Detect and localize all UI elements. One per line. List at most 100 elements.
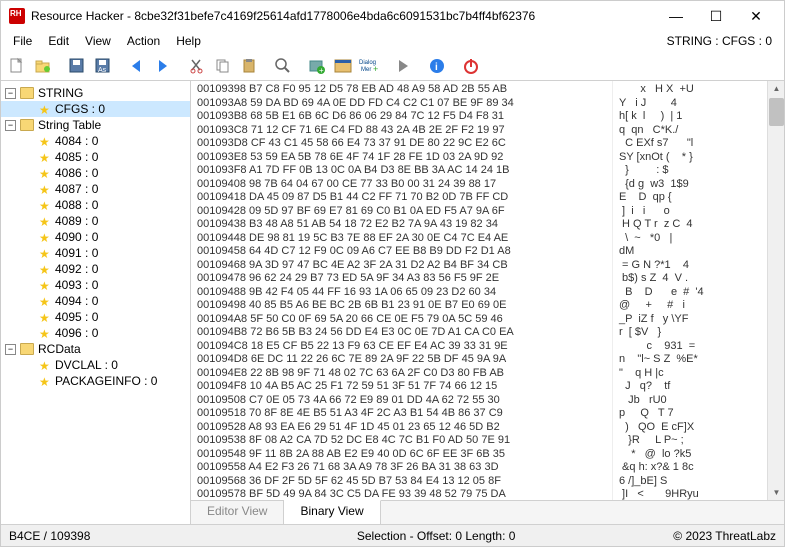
tree-leaf[interactable]: 4087 : 0 bbox=[1, 181, 190, 197]
star-icon bbox=[39, 327, 51, 339]
tree-label: STRING bbox=[38, 86, 83, 100]
vertical-scrollbar[interactable]: ▲ ▼ bbox=[767, 81, 784, 500]
tree-leaf[interactable]: 4096 : 0 bbox=[1, 325, 190, 341]
power-button[interactable] bbox=[459, 54, 483, 78]
tab-editor-view[interactable]: Editor View bbox=[191, 501, 284, 524]
save-as-button[interactable]: As bbox=[91, 54, 115, 78]
tree-label: 4085 : 0 bbox=[55, 150, 98, 164]
star-icon bbox=[39, 151, 51, 163]
collapse-icon[interactable]: − bbox=[5, 88, 16, 99]
svg-text:+: + bbox=[373, 64, 378, 74]
dialog-button[interactable] bbox=[331, 54, 355, 78]
scroll-thumb[interactable] bbox=[769, 98, 784, 126]
menu-file[interactable]: File bbox=[5, 32, 40, 50]
hex-bytes[interactable]: 00109398 B7 C8 F0 95 12 D5 78 EB AD 48 A… bbox=[191, 81, 612, 500]
star-icon bbox=[39, 215, 51, 227]
star-icon bbox=[39, 279, 51, 291]
star-icon bbox=[39, 375, 51, 387]
tree-label: 4094 : 0 bbox=[55, 294, 98, 308]
minimize-button[interactable]: — bbox=[656, 2, 696, 30]
tree-leaf[interactable]: 4088 : 0 bbox=[1, 197, 190, 213]
window-title: Resource Hacker - 8cbe32f31befe7c4169f25… bbox=[31, 9, 656, 23]
star-icon bbox=[39, 247, 51, 259]
tree-label: String Table bbox=[38, 118, 101, 132]
tree-leaf-cfgs[interactable]: CFGS : 0 bbox=[1, 101, 190, 117]
add-resource-button[interactable]: + bbox=[305, 54, 329, 78]
titlebar: Resource Hacker - 8cbe32f31befe7c4169f25… bbox=[1, 1, 784, 31]
tree-leaf[interactable]: 4091 : 0 bbox=[1, 245, 190, 261]
star-icon bbox=[39, 103, 51, 115]
status-copyright: © 2023 ThreatLabz bbox=[673, 529, 776, 543]
tree-label: 4086 : 0 bbox=[55, 166, 98, 180]
tree-label: 4096 : 0 bbox=[55, 326, 98, 340]
collapse-icon[interactable]: − bbox=[5, 344, 16, 355]
run-button[interactable] bbox=[391, 54, 415, 78]
tree-leaf[interactable]: 4093 : 0 bbox=[1, 277, 190, 293]
hex-viewer[interactable]: 00109398 B7 C8 F0 95 12 D5 78 EB AD 48 A… bbox=[191, 81, 784, 500]
menu-help[interactable]: Help bbox=[168, 32, 209, 50]
tree-leaf[interactable]: 4085 : 0 bbox=[1, 149, 190, 165]
svg-text:As: As bbox=[98, 67, 107, 74]
tree-label: 4084 : 0 bbox=[55, 134, 98, 148]
status-position: B4CE / 109398 bbox=[9, 529, 199, 543]
collapse-icon[interactable]: − bbox=[5, 120, 16, 131]
star-icon bbox=[39, 295, 51, 307]
toolbar: As + DialogMer+ i bbox=[1, 51, 784, 81]
paste-button[interactable] bbox=[237, 54, 261, 78]
star-icon bbox=[39, 359, 51, 371]
copy-button[interactable] bbox=[211, 54, 235, 78]
svg-text:i: i bbox=[435, 62, 438, 73]
star-icon bbox=[39, 183, 51, 195]
menu-action[interactable]: Action bbox=[119, 32, 168, 50]
menubar: File Edit View Action Help STRING : CFGS… bbox=[1, 31, 784, 51]
scroll-down-icon[interactable]: ▼ bbox=[769, 485, 784, 500]
tree-label: 4091 : 0 bbox=[55, 246, 98, 260]
cut-button[interactable] bbox=[185, 54, 209, 78]
tree-leaf[interactable]: 4090 : 0 bbox=[1, 229, 190, 245]
tree-leaf[interactable]: DVCLAL : 0 bbox=[1, 357, 190, 373]
tree-leaf[interactable]: 4094 : 0 bbox=[1, 293, 190, 309]
star-icon bbox=[39, 231, 51, 243]
merge-button[interactable]: DialogMer+ bbox=[357, 54, 381, 78]
forward-button[interactable] bbox=[151, 54, 175, 78]
resource-tree[interactable]: − STRING CFGS : 0 − String Table 4084 : … bbox=[1, 81, 191, 524]
open-button[interactable] bbox=[31, 54, 55, 78]
tree-leaf[interactable]: 4084 : 0 bbox=[1, 133, 190, 149]
tree-leaf[interactable]: 4086 : 0 bbox=[1, 165, 190, 181]
tree-label: PACKAGEINFO : 0 bbox=[55, 374, 157, 388]
tree-label: 4092 : 0 bbox=[55, 262, 98, 276]
menu-view[interactable]: View bbox=[77, 32, 119, 50]
tree-leaf[interactable]: 4089 : 0 bbox=[1, 213, 190, 229]
info-button[interactable]: i bbox=[425, 54, 449, 78]
tree-leaf[interactable]: 4095 : 0 bbox=[1, 309, 190, 325]
tree-label: 4087 : 0 bbox=[55, 182, 98, 196]
find-button[interactable] bbox=[271, 54, 295, 78]
tree-label: 4090 : 0 bbox=[55, 230, 98, 244]
hex-ascii[interactable]: x H X +U Y i J 4 h[ k l ) | 1 q qn C*K./… bbox=[612, 81, 767, 500]
scroll-up-icon[interactable]: ▲ bbox=[769, 81, 784, 96]
folder-icon bbox=[20, 119, 34, 131]
menu-edit[interactable]: Edit bbox=[40, 32, 77, 50]
tree-node-string[interactable]: − STRING bbox=[1, 85, 190, 101]
folder-icon bbox=[20, 343, 34, 355]
tab-binary-view[interactable]: Binary View bbox=[284, 500, 380, 524]
star-icon bbox=[39, 263, 51, 275]
tree-label: DVCLAL : 0 bbox=[55, 358, 118, 372]
svg-text:Mer: Mer bbox=[361, 67, 371, 73]
new-button[interactable] bbox=[5, 54, 29, 78]
star-icon bbox=[39, 311, 51, 323]
tree-leaf[interactable]: 4092 : 0 bbox=[1, 261, 190, 277]
status-selection: Selection - Offset: 0 Length: 0 bbox=[199, 529, 673, 543]
tree-node-stringtable[interactable]: − String Table bbox=[1, 117, 190, 133]
tree-label: 4088 : 0 bbox=[55, 198, 98, 212]
save-button[interactable] bbox=[65, 54, 89, 78]
close-button[interactable]: ✕ bbox=[736, 2, 776, 30]
menu-context-path: STRING : CFGS : 0 bbox=[667, 34, 780, 48]
tree-leaf[interactable]: PACKAGEINFO : 0 bbox=[1, 373, 190, 389]
tree-label: 4089 : 0 bbox=[55, 214, 98, 228]
back-button[interactable] bbox=[125, 54, 149, 78]
tree-label: 4095 : 0 bbox=[55, 310, 98, 324]
star-icon bbox=[39, 135, 51, 147]
tree-node-rcdata[interactable]: − RCData bbox=[1, 341, 190, 357]
maximize-button[interactable]: ☐ bbox=[696, 2, 736, 30]
